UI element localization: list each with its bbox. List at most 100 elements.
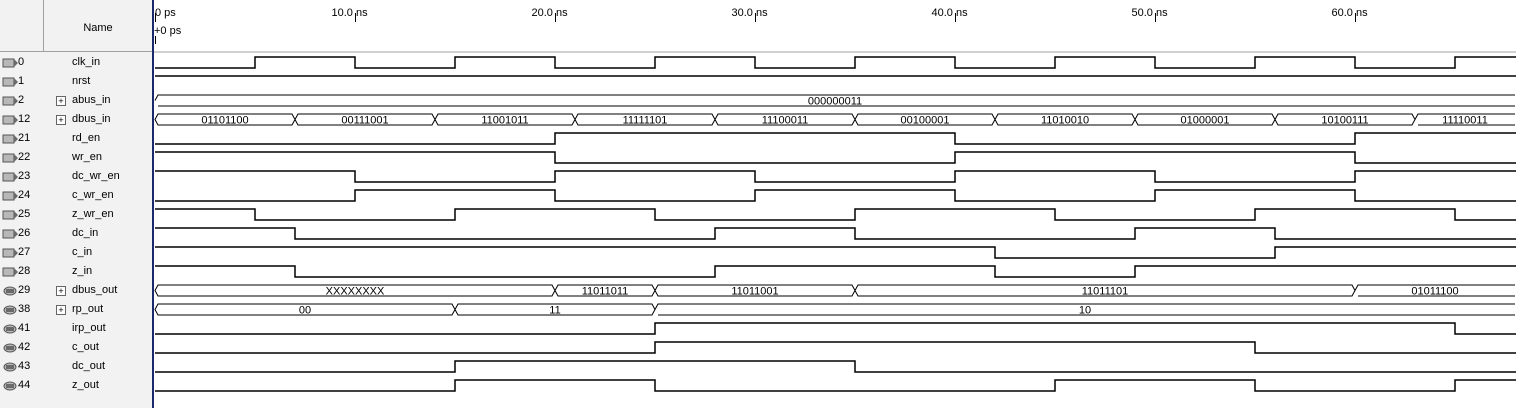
signal-index: 23 [18, 170, 31, 182]
bus-value-label: 10100111 [1321, 115, 1368, 127]
signal-row-clk-in[interactable]: 0 clk_in [0, 53, 152, 72]
waveform-wr-en[interactable] [155, 151, 1516, 164]
signal-index: 29 [18, 284, 31, 296]
bus-value-label: 11011011 [582, 286, 629, 298]
signal-row-c-wr-en[interactable]: 24 c_wr_en [0, 186, 152, 205]
waveform-z-in[interactable] [155, 265, 1516, 278]
signal-row-irp-out[interactable]: 41 irp_out [0, 319, 152, 338]
waveform-abus-in[interactable]: 000000011 [154, 94, 1515, 108]
signal-index: 42 [18, 341, 31, 353]
waveform-rp-out[interactable]: 00 11 10 [154, 303, 1515, 317]
bus-value-label: 11111101 [623, 115, 668, 127]
bus-value-label: 01101100 [201, 115, 248, 127]
signal-row-rp-out[interactable]: 38 + rp_out [0, 300, 152, 319]
bit-trace [155, 341, 1516, 354]
signal-row-rd-en[interactable]: 21 rd_en [0, 129, 152, 148]
waveform-dc-wr-en[interactable] [155, 170, 1516, 183]
signal-name: dc_in [72, 227, 99, 239]
signal-name: clk_in [72, 56, 101, 68]
signal-index: 26 [18, 227, 31, 239]
signal-row-dc-in[interactable]: 26 dc_in [0, 224, 152, 243]
waveform-editor: Name 0 clk_in 1 nrst 2 + abus_in 12 + dbus_in 21 rd… [0, 0, 1516, 408]
signal-row-z-out[interactable]: 44 z_out [0, 376, 152, 395]
bit-trace [155, 132, 1516, 145]
signal-index: 43 [18, 360, 31, 372]
signal-index: 0 [18, 56, 25, 68]
signal-name: rp_out [72, 303, 104, 315]
signal-index: 25 [18, 208, 31, 220]
signal-index: 2 [18, 94, 25, 106]
waveform-dbus-out[interactable]: XXXXXXXX 11011011 11011001 11011101 01011100 [154, 284, 1515, 298]
signal-row-c-in[interactable]: 27 c_in [0, 243, 152, 262]
bit-trace [155, 360, 1516, 373]
waveform-rd-en[interactable] [155, 132, 1516, 145]
bus-value-label: 01000001 [1181, 115, 1230, 127]
signal-row-c-out[interactable]: 42 c_out [0, 338, 152, 357]
bit-trace [155, 227, 1516, 240]
signal-name: z_out [72, 379, 99, 391]
signal-name: nrst [72, 75, 91, 87]
waveform-dc-out[interactable] [155, 360, 1516, 373]
signal-row-wr-en[interactable]: 22 wr_en [0, 148, 152, 167]
signal-row-abus-in[interactable]: 2 + abus_in [0, 91, 152, 110]
signal-name: z_wr_en [72, 208, 114, 220]
waveform-z-wr-en[interactable] [155, 208, 1516, 221]
signal-row-z-wr-en[interactable]: 25 z_wr_en [0, 205, 152, 224]
bit-trace [155, 189, 1516, 202]
bit-trace [155, 246, 1516, 259]
expand-bus-icon[interactable]: + [56, 96, 66, 106]
bit-trace [155, 208, 1516, 221]
signal-index: 1 [18, 75, 25, 87]
signal-name: dc_wr_en [72, 170, 120, 182]
signal-index: 27 [18, 246, 31, 258]
signal-name: dbus_in [72, 113, 111, 125]
waveform-dbus-in[interactable]: 01101100 00111001 11001011 11111101 11100011… [154, 113, 1515, 127]
signal-index: 28 [18, 265, 31, 277]
bus-value-label: 11010010 [1041, 115, 1089, 127]
bus-value-label: 01011100 [1411, 286, 1458, 298]
bit-trace [155, 379, 1516, 392]
signal-name: c_wr_en [72, 189, 114, 201]
waveform-c-wr-en[interactable] [155, 189, 1516, 202]
waveform-irp-out[interactable] [155, 322, 1516, 335]
signal-name: irp_out [72, 322, 106, 334]
signal-row-dbus-in[interactable]: 12 + dbus_in [0, 110, 152, 129]
signal-row-dc-out[interactable]: 43 dc_out [0, 357, 152, 376]
expand-bus-icon[interactable]: + [56, 305, 66, 315]
signal-row-dc-wr-en[interactable]: 23 dc_wr_en [0, 167, 152, 186]
bus-value-label: 00100001 [901, 115, 950, 127]
name-column-header: Name [0, 0, 152, 52]
bus-value-label: 11110011 [1442, 115, 1488, 127]
bus-value-label: 10 [1079, 305, 1091, 317]
signal-name: z_in [72, 265, 93, 277]
waveform-c-in[interactable] [155, 246, 1516, 259]
bus-value-label: 00111001 [341, 115, 388, 127]
waveform-z-out[interactable] [155, 379, 1516, 392]
signal-row-nrst[interactable]: 1 nrst [0, 72, 152, 91]
signal-row-z-in[interactable]: 28 z_in [0, 262, 152, 281]
signal-index: 21 [18, 132, 31, 144]
bit-trace [155, 322, 1516, 335]
signal-name: dc_out [72, 360, 106, 372]
waveform-clk-in[interactable] [155, 56, 1516, 69]
bus-value-label: 11 [549, 305, 560, 317]
signal-index: 41 [18, 322, 31, 334]
signal-index: 24 [18, 189, 31, 201]
signal-name: abus_in [72, 94, 111, 106]
waveform-c-out[interactable] [155, 341, 1516, 354]
signal-name: dbus_out [72, 284, 118, 296]
signal-index: 12 [18, 113, 31, 125]
bit-trace [155, 56, 1516, 69]
expand-bus-icon[interactable]: + [56, 286, 66, 296]
signal-name: wr_en [72, 151, 102, 163]
signal-index: 38 [18, 303, 31, 315]
expand-bus-icon[interactable]: + [56, 115, 66, 125]
bus-value-label: 00 [299, 305, 311, 317]
waveform-dc-in[interactable] [155, 227, 1516, 240]
signal-index: 22 [18, 151, 31, 163]
signal-row-dbus-out[interactable]: 29 + dbus_out [0, 281, 152, 300]
signal-index: 44 [18, 379, 31, 391]
waveform-canvas[interactable]: 00000001101101100 00111001 11001011 1111110… [154, 0, 1516, 408]
signal-name: c_out [72, 341, 99, 353]
bit-trace [155, 151, 1516, 164]
